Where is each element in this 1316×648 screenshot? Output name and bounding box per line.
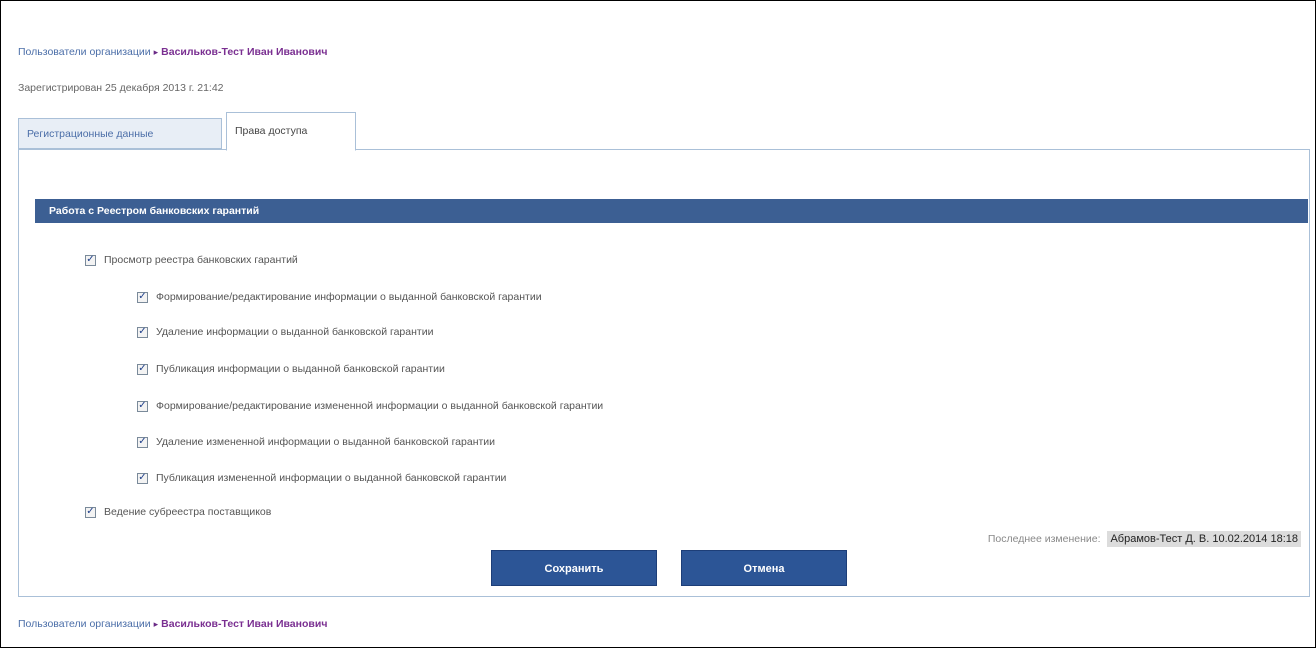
last-change-value: Абрамов-Тест Д. В. 10.02.2014 18:18: [1107, 531, 1301, 547]
permission-label: Удаление измененной информации о выданно…: [156, 436, 496, 448]
permission-label: Формирование/редактирование информации о…: [156, 291, 542, 303]
permission-edit-info[interactable]: ✓ Формирование/редактирование информации…: [137, 291, 542, 303]
checkbox-checked-icon[interactable]: ✓: [85, 506, 96, 518]
breadcrumb-link-users[interactable]: Пользователи организации: [18, 618, 151, 630]
tab-registration-data[interactable]: Регистрационные данные: [18, 118, 222, 149]
checkbox-checked-icon[interactable]: ✓: [85, 254, 96, 266]
cancel-button[interactable]: Отмена: [681, 550, 847, 586]
registration-date: Зарегистрирован 25 декабря 2013 г. 21:42: [18, 82, 224, 94]
permission-label: Удаление информации о выданной банковско…: [156, 326, 434, 338]
breadcrumb-bottom: Пользователи организации ▸ Васильков-Тест …: [18, 618, 327, 630]
checkbox-checked-icon[interactable]: ✓: [137, 472, 148, 484]
permission-edit-changed-info[interactable]: ✓ Формирование/редактирование измененной…: [137, 400, 603, 412]
last-change-label: Последнее изменение:: [987, 533, 1101, 545]
checkbox-checked-icon[interactable]: ✓: [137, 400, 148, 412]
permission-delete-changed-info[interactable]: ✓ Удаление измененной информации о выдан…: [137, 436, 495, 448]
permission-label: Публикация измененной информации о выдан…: [156, 472, 507, 484]
breadcrumb-link-users[interactable]: Пользователи организации: [18, 46, 151, 58]
permission-publish-info[interactable]: ✓ Публикация информации о выданной банко…: [137, 363, 445, 375]
permission-publish-changed-info[interactable]: ✓ Публикация измененной информации о выд…: [137, 472, 506, 484]
breadcrumb-current-user: Васильков-Тест Иван Иванович: [161, 46, 328, 58]
permission-label: Публикация информации о выданной банковс…: [156, 363, 445, 375]
permission-label: Просмотр реестра банковских гарантий: [104, 254, 298, 266]
permission-supplier-subregistry[interactable]: ✓ Ведение субреестра поставщиков: [85, 506, 271, 518]
checkbox-checked-icon[interactable]: ✓: [137, 363, 148, 375]
permission-view-registry[interactable]: ✓ Просмотр реестра банковских гарантий: [85, 254, 298, 266]
access-rights-panel: Работа с Реестром банковских гарантий ✓ …: [18, 149, 1310, 597]
breadcrumb-separator-icon: ▸: [153, 47, 159, 57]
checkbox-checked-icon[interactable]: ✓: [137, 436, 148, 448]
last-change-info: Последнее изменение: Абрамов-Тест Д. В. …: [987, 531, 1301, 547]
permission-delete-info[interactable]: ✓ Удаление информации о выданной банковс…: [137, 326, 433, 338]
breadcrumb-separator-icon: ▸: [153, 619, 159, 629]
section-header: Работа с Реестром банковских гарантий: [35, 199, 1308, 223]
breadcrumb: Пользователи организации ▸ Васильков-Тест …: [18, 46, 327, 58]
save-button[interactable]: Сохранить: [491, 550, 657, 586]
checkbox-checked-icon[interactable]: ✓: [137, 326, 148, 338]
tab-access-rights[interactable]: Права доступа: [226, 112, 356, 151]
checkbox-checked-icon[interactable]: ✓: [137, 291, 148, 303]
permission-label: Ведение субреестра поставщиков: [104, 506, 272, 518]
permission-label: Формирование/редактирование измененной и…: [156, 400, 604, 412]
breadcrumb-current-user: Васильков-Тест Иван Иванович: [161, 618, 328, 630]
